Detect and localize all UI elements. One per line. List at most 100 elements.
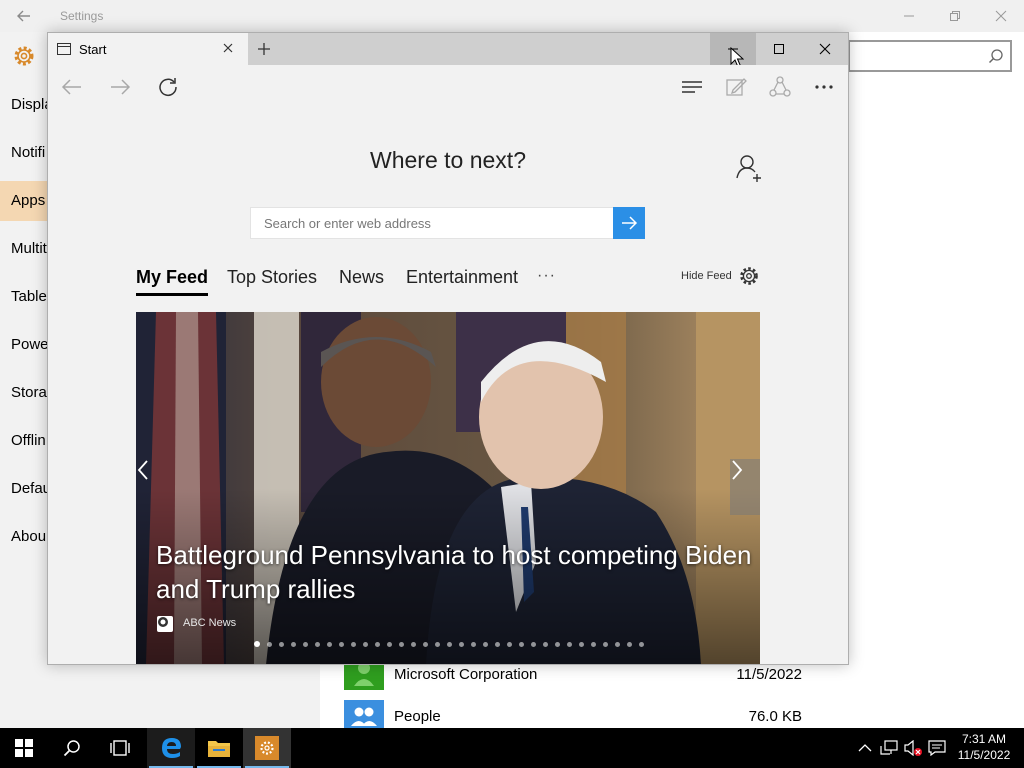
carousel-dot-mark [458, 641, 464, 647]
carousel-dot[interactable] [481, 640, 489, 648]
carousel-dot-mark [602, 641, 608, 647]
refresh-button[interactable] [155, 74, 181, 100]
carousel-dot[interactable] [493, 640, 501, 648]
carousel-dot[interactable] [613, 640, 621, 648]
web-address-search-input[interactable] [250, 207, 614, 239]
share-icon[interactable] [767, 74, 793, 100]
carousel-dot[interactable] [301, 640, 309, 648]
desktop: Settings Displa Notifi Apps Multit Table… [0, 0, 1024, 768]
carousel-dot[interactable] [469, 640, 477, 648]
clock-time: 7:31 AM [961, 732, 1007, 746]
system-clock[interactable]: 7:31 AM 11/5/2022 [952, 731, 1016, 763]
page-icon [57, 42, 71, 61]
action-center-icon[interactable] [926, 728, 948, 768]
tab-news[interactable]: News [339, 267, 384, 288]
show-hidden-icons-chevron-up-icon[interactable] [854, 728, 876, 768]
back-arrow-icon[interactable] [14, 6, 34, 26]
settings-taskbar-icon[interactable] [243, 728, 291, 768]
more-tabs-button[interactable]: ··· [537, 267, 556, 285]
carousel-dot[interactable] [625, 640, 633, 648]
search-go-button[interactable] [613, 207, 645, 239]
edge-close-button[interactable] [802, 33, 848, 65]
more-actions-icon[interactable] [811, 74, 837, 100]
close-tab-icon[interactable] [221, 41, 235, 60]
search-input[interactable] [251, 208, 613, 238]
hide-feed-link[interactable]: Hide Feed [681, 270, 732, 282]
news-hero-image [136, 312, 760, 664]
carousel-dot[interactable] [601, 640, 609, 648]
gear-icon [255, 736, 279, 760]
carousel-dot[interactable] [457, 640, 465, 648]
settings-restore-button[interactable] [932, 0, 978, 32]
edge-maximize-button[interactable] [756, 33, 802, 65]
tab-start[interactable]: Start [48, 33, 248, 65]
news-hero-carousel[interactable]: Battleground Pennsylvania to host compet… [136, 312, 760, 664]
carousel-dot[interactable] [541, 640, 549, 648]
carousel-next-button[interactable] [730, 459, 760, 515]
carousel-dot-mark [554, 641, 560, 647]
carousel-dot[interactable] [433, 640, 441, 648]
carousel-prev-button[interactable] [136, 459, 166, 515]
carousel-dot-mark [482, 641, 488, 647]
carousel-dot[interactable] [577, 640, 585, 648]
carousel-dot[interactable] [265, 640, 273, 648]
carousel-dot[interactable] [289, 640, 297, 648]
edge-taskbar-icon[interactable] [147, 728, 195, 768]
carousel-dot-mark [590, 641, 596, 647]
volume-muted-icon[interactable] [902, 728, 924, 768]
carousel-dot-mark [350, 641, 356, 647]
carousel-dot[interactable] [277, 640, 285, 648]
carousel-dot[interactable] [325, 640, 333, 648]
edge-toolbar [48, 65, 848, 109]
network-icon[interactable] [878, 728, 900, 768]
tab-my-feed[interactable]: My Feed [136, 267, 208, 288]
edge-window: Start Where to next? Search or enter web… [47, 32, 849, 665]
carousel-dot[interactable] [313, 640, 321, 648]
file-explorer-icon[interactable] [195, 728, 243, 768]
carousel-dot-mark [266, 641, 272, 647]
carousel-dot[interactable] [505, 640, 513, 648]
hub-icon[interactable] [679, 74, 705, 100]
carousel-dot-mark [542, 641, 548, 647]
carousel-dot[interactable] [565, 640, 573, 648]
back-button[interactable] [59, 74, 85, 100]
search-icon [988, 48, 1004, 69]
carousel-dot[interactable] [349, 640, 357, 648]
carousel-dot[interactable] [385, 640, 393, 648]
settings-search-input[interactable] [848, 40, 1012, 72]
carousel-dot[interactable] [361, 640, 369, 648]
web-note-icon[interactable] [723, 74, 749, 100]
carousel-dot[interactable] [397, 640, 405, 648]
settings-titlebar: Settings [0, 0, 1024, 32]
carousel-dot[interactable] [529, 640, 537, 648]
search-icon[interactable] [48, 728, 96, 768]
tab-top-stories[interactable]: Top Stories [227, 267, 317, 288]
forward-button[interactable] [107, 74, 133, 100]
settings-minimize-button[interactable] [886, 0, 932, 32]
add-profile-icon[interactable] [734, 153, 764, 188]
news-headline[interactable]: Battleground Pennsylvania to host compet… [156, 538, 756, 606]
new-tab-button[interactable] [253, 39, 275, 59]
feed-settings-gear-icon[interactable] [738, 265, 760, 292]
carousel-dot[interactable] [445, 640, 453, 648]
tab-entertainment[interactable]: Entertainment [406, 267, 518, 288]
carousel-dot[interactable] [253, 640, 261, 648]
carousel-dot[interactable] [553, 640, 561, 648]
carousel-dot-mark [398, 641, 404, 647]
tab-title: Start [79, 42, 107, 57]
carousel-dot[interactable] [589, 640, 597, 648]
carousel-dot[interactable] [517, 640, 525, 648]
task-view-icon[interactable] [96, 728, 144, 768]
carousel-dot[interactable] [421, 640, 429, 648]
start-button[interactable] [0, 728, 48, 768]
carousel-dot[interactable] [409, 640, 417, 648]
carousel-dot[interactable] [637, 640, 645, 648]
carousel-dot[interactable] [373, 640, 381, 648]
settings-window-title: Settings [60, 9, 104, 23]
carousel-dot-mark [530, 641, 536, 647]
carousel-dot[interactable] [337, 640, 345, 648]
carousel-dot-mark [626, 641, 632, 647]
settings-close-button[interactable] [978, 0, 1024, 32]
abc-news-logo-icon [157, 616, 173, 632]
carousel-dot-mark [374, 641, 380, 647]
